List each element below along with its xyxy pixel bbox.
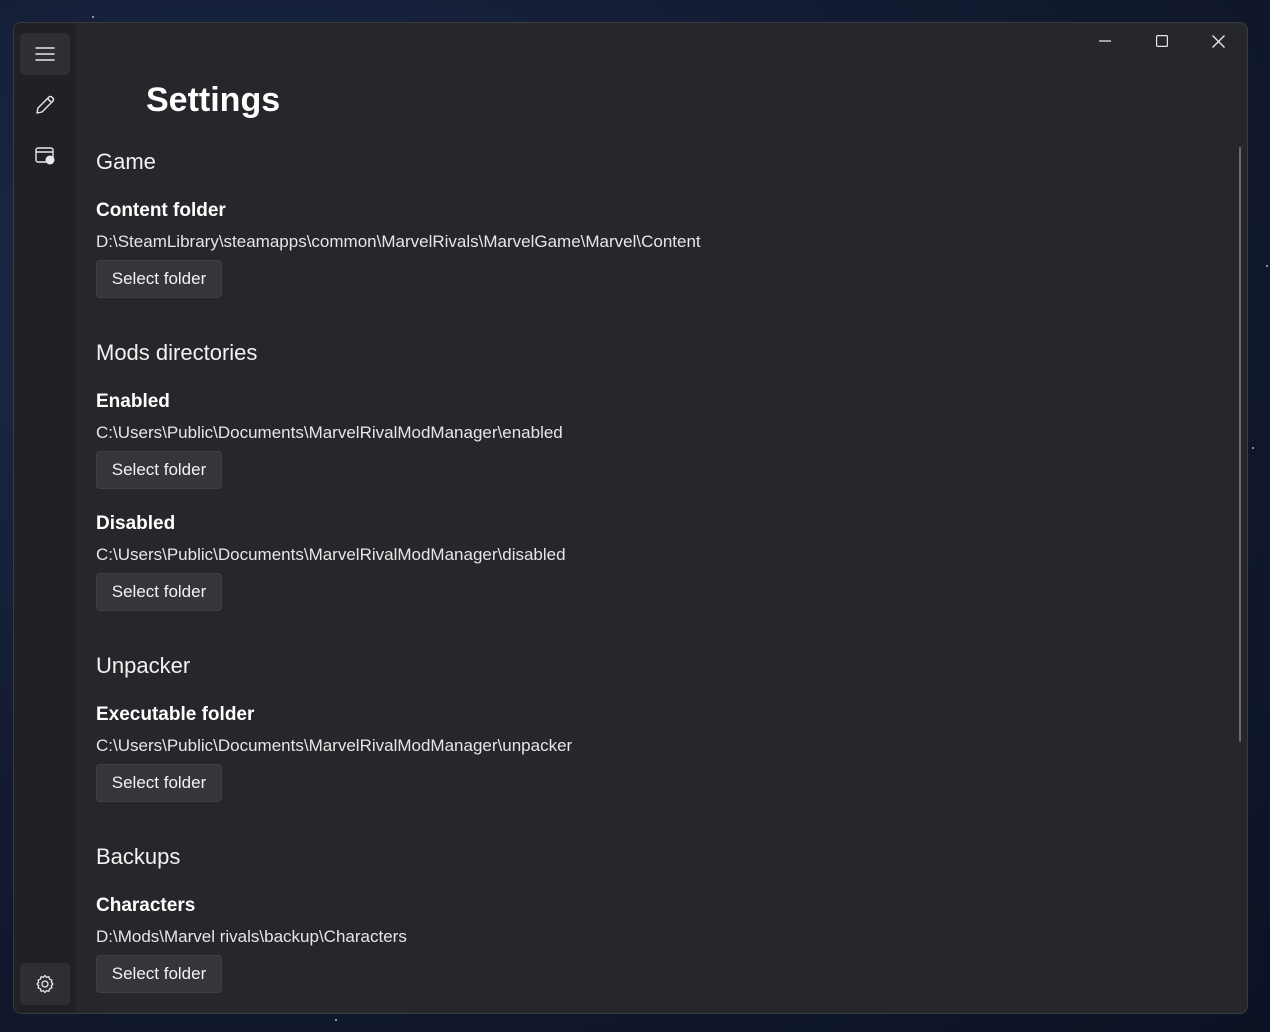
disabled-folder-label: Disabled	[96, 513, 176, 534]
enabled-folder-select-button[interactable]: Select folder	[96, 451, 222, 489]
section-title-mods-directories: Mods directories	[96, 340, 258, 365]
nav-item-settings[interactable]	[20, 963, 70, 1005]
background-star	[335, 1019, 337, 1021]
executable-folder-path: C:\Users\Public\Documents\MarvelRivalMod…	[96, 736, 573, 755]
executable-folder-select-button[interactable]: Select folder	[96, 764, 222, 802]
section-title-unpacker: Unpacker	[96, 653, 191, 678]
hamburger-menu-icon	[35, 46, 55, 62]
content-folder-select-button[interactable]: Select folder	[96, 260, 222, 298]
nav-item-edit[interactable]	[20, 84, 70, 126]
pencil-icon	[34, 94, 56, 116]
section-title-game: Game	[96, 149, 156, 174]
background-star	[92, 16, 94, 18]
section-title-backups: Backups	[96, 844, 181, 869]
nav-item-mods[interactable]	[20, 134, 70, 176]
enabled-folder-path: C:\Users\Public\Documents\MarvelRivalMod…	[96, 423, 563, 442]
app-window: Settings Game Content folder D:\SteamLib…	[13, 22, 1248, 1014]
disabled-folder-select-button[interactable]: Select folder	[96, 573, 222, 611]
characters-folder-select-button[interactable]: Select folder	[96, 955, 222, 993]
disabled-folder-path: C:\Users\Public\Documents\MarvelRivalMod…	[96, 545, 566, 564]
executable-folder-label: Executable folder	[96, 704, 255, 725]
settings-content: Settings Game Content folder D:\SteamLib…	[96, 23, 1226, 1013]
characters-folder-label: Characters	[96, 895, 196, 916]
mods-library-icon	[34, 144, 56, 166]
vertical-scrollbar[interactable]	[1239, 147, 1241, 742]
page-title: Settings	[146, 81, 281, 119]
content-folder-label: Content folder	[96, 200, 226, 221]
background-star	[1252, 447, 1254, 449]
enabled-folder-label: Enabled	[96, 391, 170, 412]
gear-icon	[35, 974, 55, 994]
background-star	[1266, 265, 1268, 267]
navigation-rail	[14, 23, 76, 1013]
characters-folder-path: D:\Mods\Marvel rivals\backup\Characters	[96, 927, 407, 946]
content-folder-path: D:\SteamLibrary\steamapps\common\MarvelR…	[96, 232, 701, 251]
hamburger-menu-button[interactable]	[20, 33, 70, 75]
